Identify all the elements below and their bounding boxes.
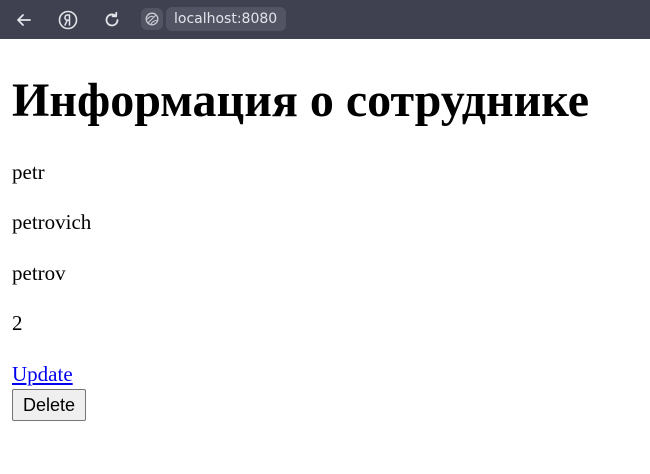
address-bar[interactable]: localhost:8080 [141, 7, 287, 31]
site-info-button[interactable] [141, 8, 163, 30]
reload-button[interactable] [100, 8, 124, 32]
back-button[interactable] [12, 8, 36, 32]
page-content: Информация о сотруднике petr petrovich p… [0, 39, 650, 474]
back-arrow-icon [17, 14, 31, 26]
site-info-icon [145, 12, 159, 26]
page-title: Информация о сотруднике [12, 74, 590, 127]
employee-last-name: petrov [12, 261, 66, 285]
delete-button[interactable]: Delete [12, 389, 87, 421]
employee-patronymic: petrovich [12, 210, 92, 234]
employee-first-name: petr [12, 160, 45, 184]
reload-icon [105, 11, 119, 27]
browser-toolbar: localhost:8080 [0, 0, 650, 39]
yandex-button[interactable] [56, 8, 80, 32]
url-text[interactable]: localhost:8080 [166, 7, 287, 31]
yandex-icon [58, 10, 78, 30]
employee-number: 2 [12, 311, 23, 335]
update-link[interactable]: Update [12, 362, 73, 386]
